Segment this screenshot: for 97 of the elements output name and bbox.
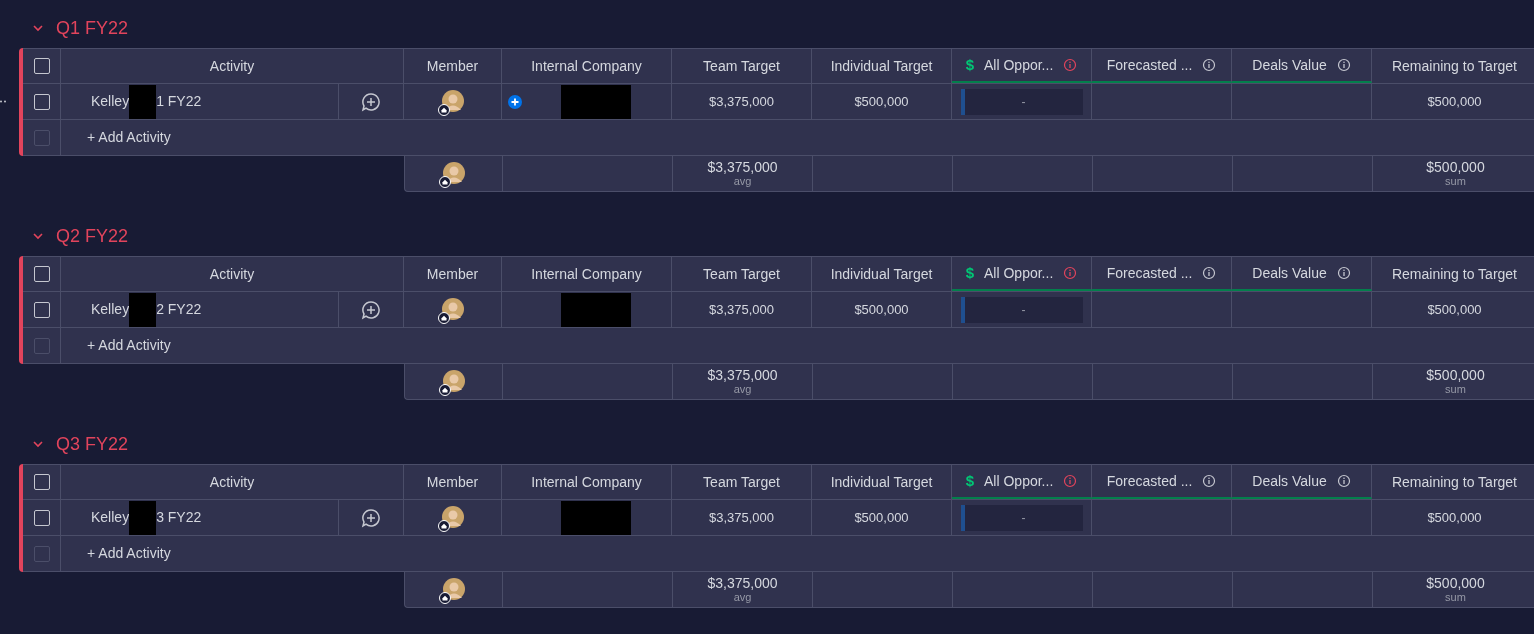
add-update-icon: [361, 507, 381, 528]
drag-handle-icon: [0, 100, 6, 103]
summary-value: $3,375,000: [707, 159, 778, 174]
item-name[interactable]: 2 FY22: [156, 299, 202, 320]
column-header[interactable]: Member: [426, 471, 479, 493]
home-icon: [437, 103, 450, 116]
table-cell-text: $500,000: [854, 92, 909, 111]
add-item-link[interactable]: + Add Activity: [87, 127, 171, 148]
column-header[interactable]: Individual Target: [830, 263, 933, 285]
group-title[interactable]: Q1 FY22: [56, 14, 129, 42]
summary-label: avg: [733, 174, 752, 188]
column-header[interactable]: Activity: [209, 263, 255, 285]
column-header[interactable]: Member: [426, 55, 479, 77]
home-icon: [437, 519, 450, 532]
home-icon: [438, 591, 451, 604]
table-cell-text: $500,000: [1427, 300, 1482, 319]
column-header[interactable]: Forecasted ...: [1106, 262, 1193, 284]
redaction-bar: [129, 292, 157, 327]
redaction-bar: [129, 84, 157, 119]
info-icon: [1063, 474, 1078, 488]
column-header[interactable]: All Oppor...: [984, 54, 1054, 76]
column-header[interactable]: Team Target: [703, 471, 780, 493]
info-icon: [1202, 58, 1217, 72]
column-header[interactable]: Forecasted ...: [1106, 470, 1193, 492]
info-icon: [1336, 474, 1351, 488]
status-field[interactable]: -: [960, 296, 1083, 323]
redaction-bar: [560, 84, 631, 119]
column-header[interactable]: Remaining to Target: [1391, 471, 1517, 493]
column-header[interactable]: Individual Target: [830, 55, 933, 77]
home-icon: [438, 383, 451, 396]
redaction-bar: [560, 292, 631, 327]
column-header[interactable]: Deals Value: [1252, 262, 1327, 284]
summary-label: sum: [1445, 174, 1466, 188]
info-icon: [1202, 474, 1217, 488]
info-icon: [1336, 266, 1351, 280]
redaction-bar: [560, 500, 631, 535]
chevron-icon[interactable]: [32, 22, 44, 34]
dollar-icon: $: [965, 53, 975, 77]
chevron-icon[interactable]: [32, 230, 44, 242]
column-header[interactable]: Deals Value: [1252, 470, 1327, 492]
column-header[interactable]: Team Target: [703, 55, 780, 77]
table-cell-text: $500,000: [854, 508, 909, 527]
add-item-link[interactable]: + Add Activity: [87, 335, 171, 356]
add-update-icon: [361, 299, 381, 320]
info-icon: [1063, 266, 1078, 280]
table-cell-text: $3,375,000: [708, 508, 775, 527]
home-icon: [437, 311, 450, 324]
column-header[interactable]: Member: [426, 263, 479, 285]
info-icon: [1336, 58, 1351, 72]
column-header[interactable]: Remaining to Target: [1391, 263, 1517, 285]
column-header[interactable]: All Oppor...: [984, 470, 1054, 492]
redaction-bar: [129, 500, 157, 535]
column-header[interactable]: Individual Target: [830, 471, 933, 493]
checkbox[interactable]: [33, 337, 50, 354]
info-icon: [1202, 266, 1217, 280]
table-cell-text: $500,000: [1427, 508, 1482, 527]
dollar-icon: $: [965, 261, 975, 285]
column-header[interactable]: Activity: [209, 55, 255, 77]
summary-value: $500,000: [1426, 367, 1485, 382]
add-update-icon: [361, 91, 381, 112]
column-header[interactable]: Deals Value: [1252, 54, 1327, 76]
chevron-icon[interactable]: [32, 438, 44, 450]
column-header[interactable]: Forecasted ...: [1106, 54, 1193, 76]
checkbox[interactable]: [33, 129, 50, 146]
summary-label: sum: [1445, 590, 1466, 604]
column-header[interactable]: Internal Company: [531, 471, 642, 493]
dollar-icon: $: [965, 469, 975, 493]
column-header[interactable]: Internal Company: [531, 263, 642, 285]
summary-value: $3,375,000: [707, 575, 778, 590]
table-cell-text: $500,000: [854, 300, 909, 319]
column-header[interactable]: All Oppor...: [984, 262, 1054, 284]
summary-value: $500,000: [1426, 159, 1485, 174]
item-name[interactable]: Kelley: [91, 507, 130, 528]
status-field[interactable]: -: [960, 504, 1083, 531]
group-title[interactable]: Q3 FY22: [56, 430, 129, 458]
add-item-link[interactable]: + Add Activity: [87, 543, 171, 564]
column-header[interactable]: Internal Company: [531, 55, 642, 77]
column-header[interactable]: Activity: [209, 471, 255, 493]
item-name[interactable]: 1 FY22: [156, 91, 202, 112]
item-name[interactable]: Kelley: [91, 91, 130, 112]
group-title[interactable]: Q2 FY22: [56, 222, 129, 250]
column-header[interactable]: Team Target: [703, 263, 780, 285]
home-icon: [438, 175, 451, 188]
summary-label: sum: [1445, 382, 1466, 396]
column-header[interactable]: Remaining to Target: [1391, 55, 1517, 77]
table-cell-text: $3,375,000: [708, 300, 775, 319]
info-icon: [1063, 58, 1078, 72]
summary-label: avg: [733, 382, 752, 396]
table-cell-text: $500,000: [1427, 92, 1482, 111]
checkbox[interactable]: [33, 545, 50, 562]
item-name[interactable]: 3 FY22: [156, 507, 202, 528]
summary-value: $3,375,000: [707, 367, 778, 382]
table-cell-text: $3,375,000: [708, 92, 775, 111]
status-field[interactable]: -: [960, 88, 1083, 115]
item-name[interactable]: Kelley: [91, 299, 130, 320]
summary-value: $500,000: [1426, 575, 1485, 590]
summary-label: avg: [733, 590, 752, 604]
